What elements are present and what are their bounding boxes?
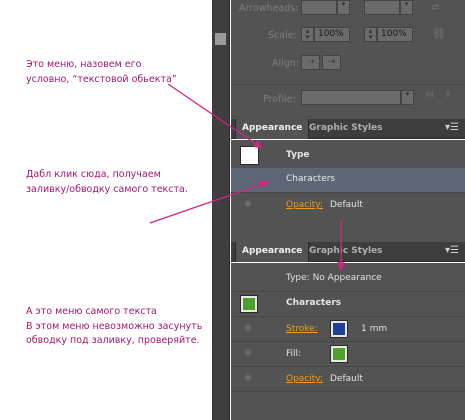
- profile-label: Profile:: [263, 94, 296, 105]
- annotation-text-object-menu: Это меню, назовем его условно, “текстово…: [26, 58, 177, 87]
- arrowhead-end-dropdown[interactable]: ▾: [400, 0, 413, 15]
- visibility-eye-icon[interactable]: ◉: [244, 373, 252, 383]
- characters-thumbnail: [240, 295, 258, 313]
- opacity-link[interactable]: Opacity:: [286, 374, 323, 384]
- opacity-value: Default: [330, 200, 363, 210]
- scale-end-input[interactable]: 100%: [377, 27, 413, 42]
- swap-arrowheads-icon[interactable]: ⇄: [431, 2, 439, 13]
- characters-label: Characters: [286, 174, 336, 184]
- object-thumbnail: [240, 146, 259, 165]
- panel-menu-icon[interactable]: ▾☰: [445, 245, 459, 256]
- fill-label: Fill:: [286, 349, 302, 359]
- annotation-line: Это меню, назовем его: [26, 59, 142, 70]
- fill-color-swatch[interactable]: [330, 345, 348, 363]
- opacity-link[interactable]: Opacity:: [286, 200, 323, 210]
- stroke-color-swatch[interactable]: [330, 320, 348, 338]
- stroke-link[interactable]: Stroke:: [286, 324, 318, 334]
- visibility-eye-icon[interactable]: ◉: [244, 348, 252, 358]
- profile-dropdown[interactable]: ▾: [401, 90, 414, 105]
- tab-appearance[interactable]: Appearance: [235, 119, 310, 139]
- stroke-weight-value: 1 mm: [361, 324, 388, 334]
- annotation-double-click: Дабл клик сюда, получаем заливку/обводку…: [26, 168, 188, 197]
- arrowhead-end-select[interactable]: [364, 0, 400, 15]
- scrollbar-thumb[interactable]: [215, 33, 226, 45]
- flip-across-icon[interactable]: ⇕: [444, 90, 452, 100]
- empty-row: [231, 391, 465, 420]
- characters-row-selected[interactable]: Characters: [231, 167, 465, 192]
- characters-object-label: Characters: [286, 298, 342, 308]
- annotation-line: обводку под заливку, проверяйте.: [26, 335, 200, 346]
- opacity-row[interactable]: ◉ Opacity: Default: [231, 366, 465, 391]
- appearance-tabbar-bottom: Appearance Graphic Styles ▾☰: [231, 242, 465, 262]
- scrollbar[interactable]: [212, 0, 230, 420]
- visibility-eye-icon[interactable]: ◉: [244, 199, 252, 209]
- annotation-line: условно, “текстовой обьекта”: [26, 73, 177, 85]
- scale-start-stepper[interactable]: ▴ ▾: [301, 27, 314, 42]
- annotation-line: заливку/обводку самого текста.: [26, 183, 188, 195]
- align-arrow-end-button[interactable]: ⇥: [322, 55, 341, 70]
- profile-select[interactable]: [301, 90, 401, 105]
- fill-row[interactable]: ◉ Fill:: [231, 341, 465, 366]
- tab-appearance[interactable]: Appearance: [235, 242, 310, 262]
- type-no-appearance-label: Type: No Appearance: [286, 273, 382, 283]
- tab-graphic-styles[interactable]: Graphic Styles: [303, 119, 389, 139]
- arrowhead-start-select[interactable]: [301, 0, 337, 15]
- arrowhead-start-dropdown[interactable]: ▾: [337, 0, 350, 15]
- align-label: Align:: [272, 58, 300, 69]
- panel-menu-icon[interactable]: ▾☰: [445, 122, 459, 133]
- characters-object-row[interactable]: Characters: [231, 291, 465, 316]
- opacity-value: Default: [330, 374, 363, 384]
- opacity-row[interactable]: ◉ Opacity: Default: [231, 192, 465, 217]
- link-scale-icon[interactable]: ⛓: [432, 27, 446, 40]
- scale-end-stepper[interactable]: ▴ ▾: [364, 27, 377, 42]
- type-appearance-row: Type: No Appearance: [231, 266, 465, 291]
- arrowheads-label: Arrowheads:: [239, 3, 299, 14]
- tab-graphic-styles[interactable]: Graphic Styles: [303, 242, 389, 262]
- annotation-line: А это меню самого текста: [26, 306, 157, 317]
- visibility-eye-icon[interactable]: ◉: [244, 323, 252, 333]
- stroke-panel: Arrowheads: ▾ ▾ ⇄ Scale: ▴ ▾ 100% ▴ ▾ 100%…: [231, 0, 465, 119]
- object-type-label: Type: [286, 150, 310, 160]
- align-arrow-tip-button[interactable]: ⇢: [301, 55, 320, 70]
- annotation-text-menu: А это меню самого текста В этом меню нев…: [26, 305, 202, 349]
- appearance-tabbar-top: Appearance Graphic Styles ▾☰: [231, 119, 465, 139]
- appearance-object-row[interactable]: Type: [231, 142, 465, 167]
- scale-start-input[interactable]: 100%: [314, 27, 350, 42]
- stroke-row[interactable]: ◉ Stroke: 1 mm: [231, 316, 465, 341]
- annotation-line: В этом меню невозможно засунуть: [26, 320, 203, 332]
- scale-label: Scale:: [268, 30, 297, 41]
- annotation-line: Дабл клик сюда, получаем: [26, 169, 161, 180]
- flip-along-icon[interactable]: ⋈: [425, 90, 434, 100]
